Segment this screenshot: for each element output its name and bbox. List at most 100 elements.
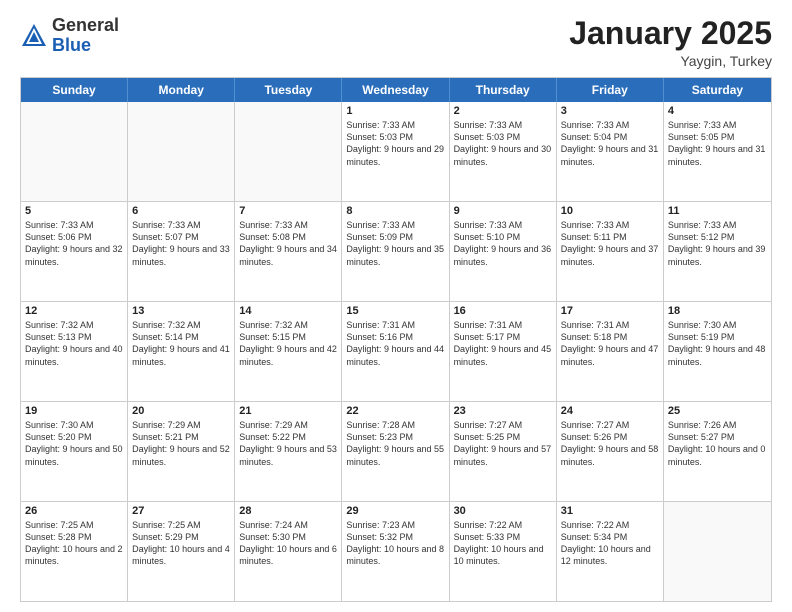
month-title: January 2025 — [569, 16, 772, 51]
day-cell-26: 26 Sunrise: 7:25 AM Sunset: 5:28 PM Dayli… — [21, 502, 128, 601]
day-info: Sunrise: 7:24 AM Sunset: 5:30 PM Dayligh… — [239, 519, 337, 568]
day-number: 10 — [561, 205, 659, 217]
day-cell-7: 7 Sunrise: 7:33 AM Sunset: 5:08 PM Daylig… — [235, 202, 342, 301]
logo-icon — [20, 22, 48, 50]
day-cell-18: 18 Sunrise: 7:30 AM Sunset: 5:19 PM Dayli… — [664, 302, 771, 401]
day-info: Sunrise: 7:29 AM Sunset: 5:22 PM Dayligh… — [239, 419, 337, 468]
day-cell-25: 25Sunrise: 7:26 AM Sunset: 5:27 PM Dayli… — [664, 402, 771, 501]
day-info: Sunrise: 7:22 AM Sunset: 5:34 PM Dayligh… — [561, 519, 659, 568]
day-info: Sunrise: 7:33 AM Sunset: 5:03 PM Dayligh… — [454, 119, 552, 168]
day-cell-22: 22 Sunrise: 7:28 AM Sunset: 5:23 PM Dayli… — [342, 402, 449, 501]
day-cell-empty — [664, 502, 771, 601]
day-number: 11 — [668, 205, 767, 217]
day-number: 22 — [346, 405, 444, 417]
day-cell-empty — [128, 102, 235, 201]
day-info: Sunrise: 7:32 AM Sunset: 5:13 PM Dayligh… — [25, 319, 123, 368]
day-info: Sunrise: 7:26 AM Sunset: 5:27 PM Dayligh… — [668, 419, 767, 468]
day-info: Sunrise: 7:33 AM Sunset: 5:05 PM Dayligh… — [668, 119, 767, 168]
day-cell-23: 23Sunrise: 7:27 AM Sunset: 5:25 PM Dayli… — [450, 402, 557, 501]
day-number: 27 — [132, 505, 230, 517]
day-cell-empty — [21, 102, 128, 201]
day-number: 18 — [668, 305, 767, 317]
day-cell-24: 24 Sunrise: 7:27 AM Sunset: 5:26 PM Dayli… — [557, 402, 664, 501]
day-cell-21: 21 Sunrise: 7:29 AM Sunset: 5:22 PM Dayli… — [235, 402, 342, 501]
day-info: Sunrise: 7:32 AM Sunset: 5:14 PM Dayligh… — [132, 319, 230, 368]
day-cell-29: 29 Sunrise: 7:23 AM Sunset: 5:32 PM Dayli… — [342, 502, 449, 601]
day-number: 20 — [132, 405, 230, 417]
day-cell-31: 31 Sunrise: 7:22 AM Sunset: 5:34 PM Dayli… — [557, 502, 664, 601]
day-info: Sunrise: 7:30 AM Sunset: 5:19 PM Dayligh… — [668, 319, 767, 368]
title-block: January 2025 Yaygin, Turkey — [569, 16, 772, 69]
day-number: 30 — [454, 505, 552, 517]
day-number: 2 — [454, 105, 552, 117]
day-info: Sunrise: 7:22 AM Sunset: 5:33 PM Dayligh… — [454, 519, 552, 568]
day-number: 7 — [239, 205, 337, 217]
calendar-week-3: 12 Sunrise: 7:32 AM Sunset: 5:13 PM Dayli… — [21, 301, 771, 401]
day-info: Sunrise: 7:27 AM Sunset: 5:25 PM Dayligh… — [454, 419, 552, 468]
weekday-header-wednesday: Wednesday — [342, 78, 449, 102]
weekday-header-friday: Friday — [557, 78, 664, 102]
day-info: Sunrise: 7:33 AM Sunset: 5:10 PM Dayligh… — [454, 219, 552, 268]
day-number: 17 — [561, 305, 659, 317]
day-number: 26 — [25, 505, 123, 517]
day-cell-19: 19Sunrise: 7:30 AM Sunset: 5:20 PM Dayli… — [21, 402, 128, 501]
day-cell-20: 20 Sunrise: 7:29 AM Sunset: 5:21 PM Dayli… — [128, 402, 235, 501]
day-info: Sunrise: 7:28 AM Sunset: 5:23 PM Dayligh… — [346, 419, 444, 468]
day-cell-14: 14Sunrise: 7:32 AM Sunset: 5:15 PM Dayli… — [235, 302, 342, 401]
day-number: 1 — [346, 105, 444, 117]
day-cell-15: 15 Sunrise: 7:31 AM Sunset: 5:16 PM Dayli… — [342, 302, 449, 401]
day-info: Sunrise: 7:31 AM Sunset: 5:16 PM Dayligh… — [346, 319, 444, 368]
day-info: Sunrise: 7:31 AM Sunset: 5:17 PM Dayligh… — [454, 319, 552, 368]
day-number: 19 — [25, 405, 123, 417]
day-info: Sunrise: 7:23 AM Sunset: 5:32 PM Dayligh… — [346, 519, 444, 568]
day-number: 21 — [239, 405, 337, 417]
day-info: Sunrise: 7:33 AM Sunset: 5:08 PM Dayligh… — [239, 219, 337, 268]
day-number: 9 — [454, 205, 552, 217]
day-number: 13 — [132, 305, 230, 317]
day-cell-10: 10 Sunrise: 7:33 AM Sunset: 5:11 PM Dayli… — [557, 202, 664, 301]
weekday-header-sunday: Sunday — [21, 78, 128, 102]
day-info: Sunrise: 7:25 AM Sunset: 5:29 PM Dayligh… — [132, 519, 230, 568]
logo: General Blue — [20, 16, 119, 56]
day-info: Sunrise: 7:27 AM Sunset: 5:26 PM Dayligh… — [561, 419, 659, 468]
day-cell-27: 27 Sunrise: 7:25 AM Sunset: 5:29 PM Dayli… — [128, 502, 235, 601]
day-number: 15 — [346, 305, 444, 317]
day-cell-16: 16Sunrise: 7:31 AM Sunset: 5:17 PM Dayli… — [450, 302, 557, 401]
weekday-header-saturday: Saturday — [664, 78, 771, 102]
header: General Blue January 2025 Yaygin, Turkey — [20, 16, 772, 69]
logo-text: General Blue — [52, 16, 119, 56]
calendar-body: 1 Sunrise: 7:33 AM Sunset: 5:03 PM Daylig… — [21, 102, 771, 601]
day-number: 8 — [346, 205, 444, 217]
weekday-header-monday: Monday — [128, 78, 235, 102]
day-number: 5 — [25, 205, 123, 217]
day-cell-6: 6Sunrise: 7:33 AM Sunset: 5:07 PM Daylig… — [128, 202, 235, 301]
day-info: Sunrise: 7:29 AM Sunset: 5:21 PM Dayligh… — [132, 419, 230, 468]
calendar-week-1: 1 Sunrise: 7:33 AM Sunset: 5:03 PM Daylig… — [21, 102, 771, 201]
calendar-week-4: 19Sunrise: 7:30 AM Sunset: 5:20 PM Dayli… — [21, 401, 771, 501]
day-number: 31 — [561, 505, 659, 517]
day-info: Sunrise: 7:25 AM Sunset: 5:28 PM Dayligh… — [25, 519, 123, 568]
calendar-week-5: 26 Sunrise: 7:25 AM Sunset: 5:28 PM Dayli… — [21, 501, 771, 601]
day-cell-17: 17 Sunrise: 7:31 AM Sunset: 5:18 PM Dayli… — [557, 302, 664, 401]
page: General Blue January 2025 Yaygin, Turkey… — [0, 0, 792, 612]
day-number: 12 — [25, 305, 123, 317]
day-info: Sunrise: 7:33 AM Sunset: 5:11 PM Dayligh… — [561, 219, 659, 268]
day-cell-2: 2 Sunrise: 7:33 AM Sunset: 5:03 PM Daylig… — [450, 102, 557, 201]
day-cell-5: 5Sunrise: 7:33 AM Sunset: 5:06 PM Daylig… — [21, 202, 128, 301]
logo-blue: Blue — [52, 35, 91, 55]
day-info: Sunrise: 7:33 AM Sunset: 5:04 PM Dayligh… — [561, 119, 659, 168]
day-number: 24 — [561, 405, 659, 417]
weekday-header-thursday: Thursday — [450, 78, 557, 102]
day-cell-empty — [235, 102, 342, 201]
day-cell-11: 11Sunrise: 7:33 AM Sunset: 5:12 PM Dayli… — [664, 202, 771, 301]
day-info: Sunrise: 7:31 AM Sunset: 5:18 PM Dayligh… — [561, 319, 659, 368]
day-cell-28: 28Sunrise: 7:24 AM Sunset: 5:30 PM Dayli… — [235, 502, 342, 601]
weekday-header-tuesday: Tuesday — [235, 78, 342, 102]
day-number: 6 — [132, 205, 230, 217]
day-cell-9: 9 Sunrise: 7:33 AM Sunset: 5:10 PM Daylig… — [450, 202, 557, 301]
calendar-header: SundayMondayTuesdayWednesdayThursdayFrid… — [21, 78, 771, 102]
day-cell-4: 4Sunrise: 7:33 AM Sunset: 5:05 PM Daylig… — [664, 102, 771, 201]
calendar: SundayMondayTuesdayWednesdayThursdayFrid… — [20, 77, 772, 602]
day-number: 29 — [346, 505, 444, 517]
day-cell-1: 1Sunrise: 7:33 AM Sunset: 5:03 PM Daylig… — [342, 102, 449, 201]
